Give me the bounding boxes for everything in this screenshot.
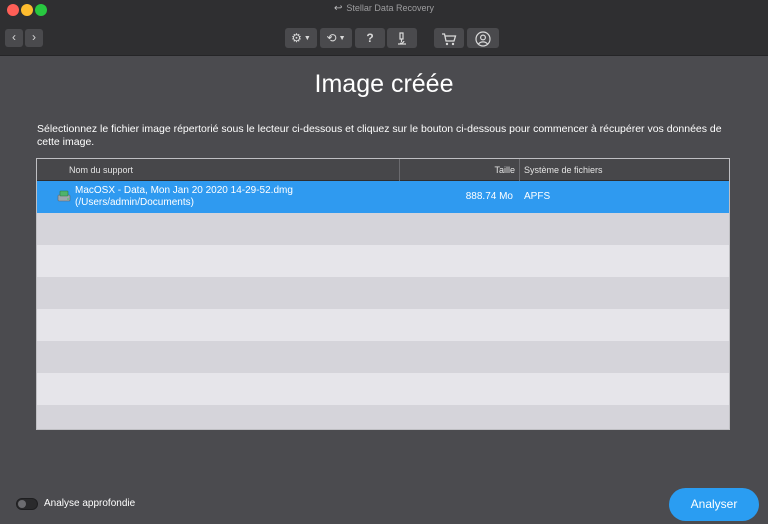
empty-row: [37, 245, 729, 277]
microscope-icon: [398, 32, 406, 45]
image-table: Nom du support Taille Système de fichier…: [36, 158, 730, 430]
instruction-text: Sélectionnez le fichier image répertorié…: [37, 123, 722, 148]
title-bar: ↩ Stellar Data Recovery: [0, 0, 768, 20]
analyse-button[interactable]: Analyser: [669, 488, 759, 521]
disk-image-icon: [57, 190, 71, 202]
row-path: (/Users/admin/Documents): [75, 197, 194, 208]
buy-button[interactable]: [434, 28, 464, 48]
column-header-size[interactable]: Taille: [399, 159, 515, 181]
clock-icon: ⟲: [326, 31, 337, 45]
toolbar: ‹ › ⚙ ▼ ⟲ ▼ ?: [0, 20, 768, 56]
page-title: Image créée: [314, 70, 454, 98]
help-button[interactable]: ?: [355, 28, 385, 48]
tools-button[interactable]: [387, 28, 417, 48]
deep-scan-label: Analyse approfondie: [44, 498, 136, 509]
back-button[interactable]: ‹: [5, 29, 23, 47]
window-title: ↩ Stellar Data Recovery: [0, 3, 768, 14]
gear-icon: ⚙: [291, 31, 302, 45]
row-size: 888.74 Mo: [465, 191, 513, 202]
deep-scan-toggle[interactable]: [16, 498, 38, 510]
history-button[interactable]: ⟲ ▼: [320, 28, 352, 48]
column-header-filesystem[interactable]: Système de fichiers: [524, 159, 603, 181]
forward-button[interactable]: ›: [25, 29, 43, 47]
empty-row: [37, 213, 729, 245]
table-header: Nom du support Taille Système de fichier…: [37, 159, 729, 181]
empty-row: [37, 405, 729, 429]
table-row[interactable]: MacOSX - Data, Mon Jan 20 2020 14-29-52.…: [37, 181, 729, 213]
chevron-down-icon: ▼: [303, 34, 311, 42]
user-icon: [475, 31, 491, 47]
row-filename: MacOSX - Data, Mon Jan 20 2020 14-29-52.…: [75, 185, 293, 196]
empty-row: [37, 309, 729, 341]
toggle-knob: [18, 500, 26, 508]
empty-row: [37, 277, 729, 309]
column-divider[interactable]: [519, 159, 520, 181]
chevron-down-icon: ▼: [338, 34, 346, 42]
column-header-name[interactable]: Nom du support: [69, 159, 133, 181]
app-logo-icon: ↩: [334, 3, 343, 14]
account-button[interactable]: [467, 28, 499, 48]
empty-row: [37, 373, 729, 405]
row-filesystem: APFS: [524, 191, 551, 202]
row-name: MacOSX - Data, Mon Jan 20 2020 14-29-52.…: [75, 185, 293, 209]
empty-row: [37, 341, 729, 373]
settings-button[interactable]: ⚙ ▼: [285, 28, 317, 48]
window-title-text: Stellar Data Recovery: [346, 3, 434, 13]
cart-icon: [442, 33, 457, 46]
